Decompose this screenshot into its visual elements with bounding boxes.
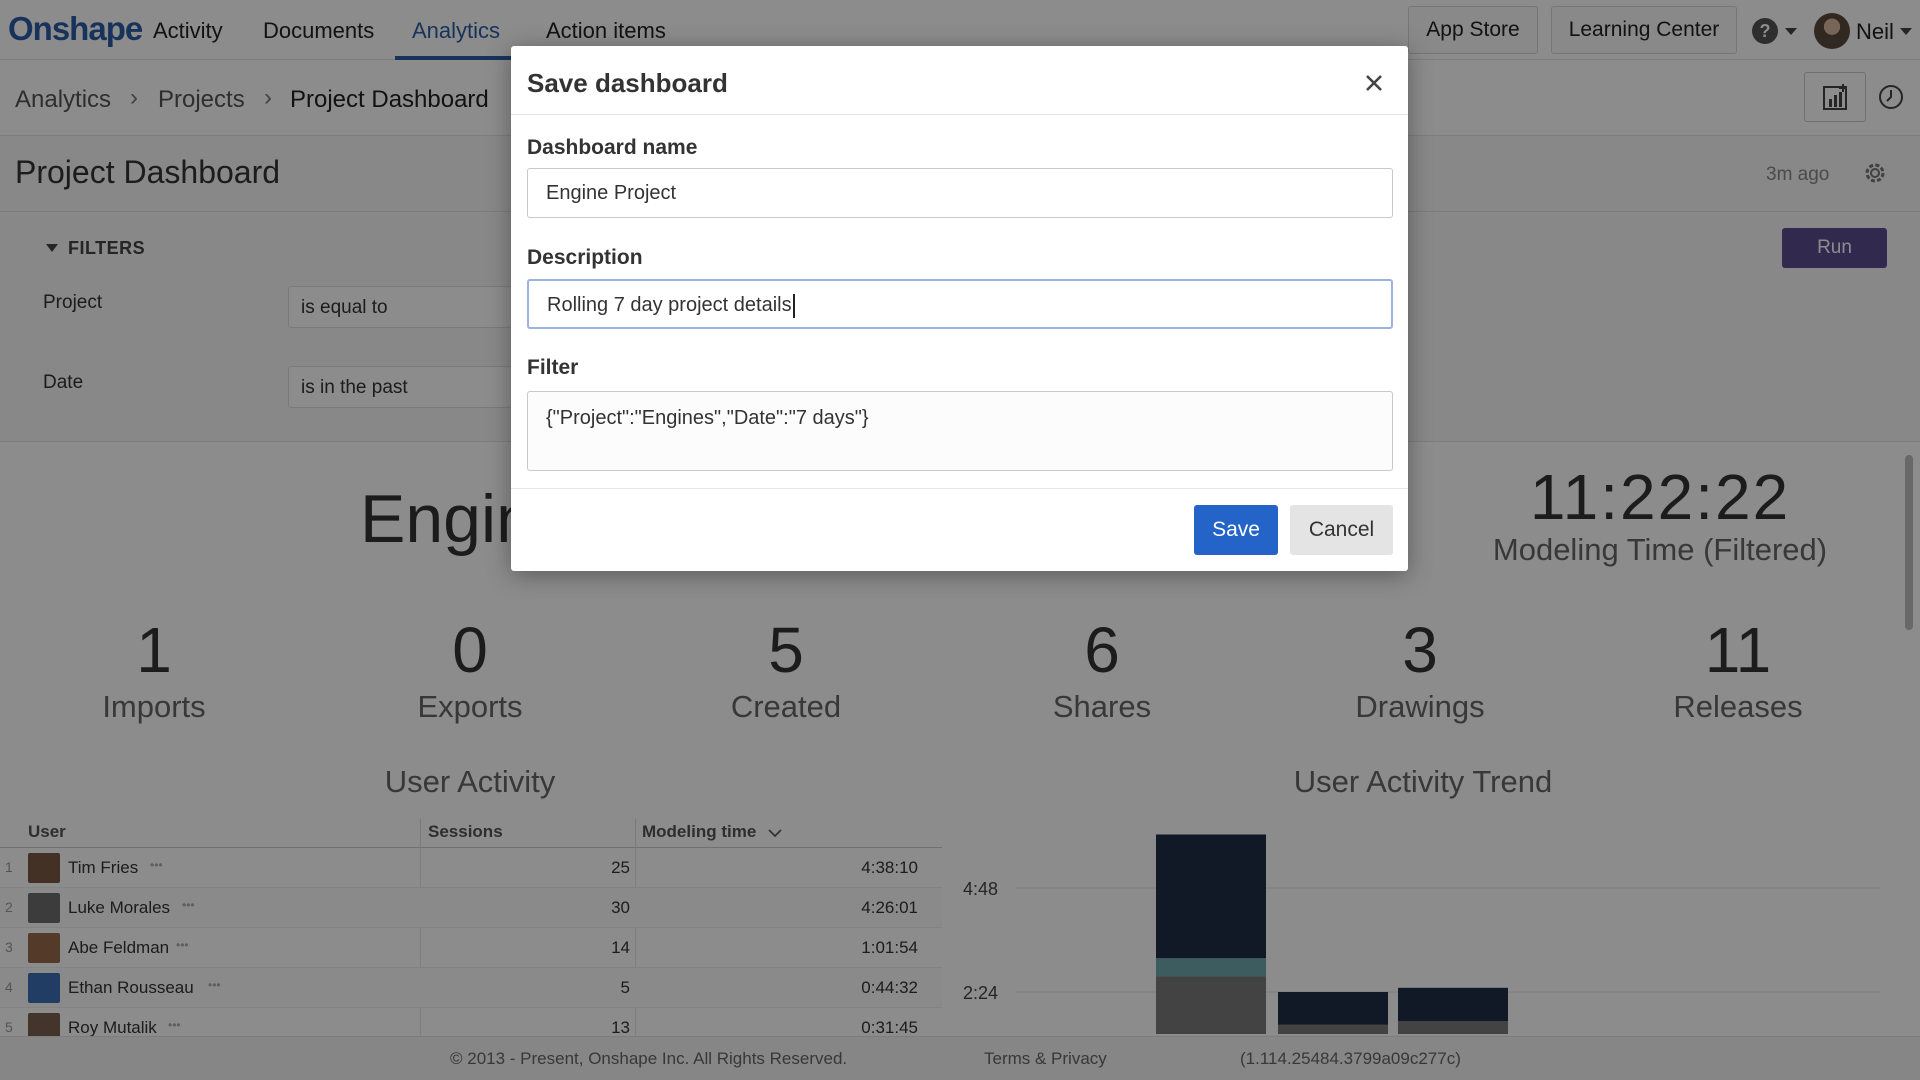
dashboard-name-input[interactable]: Engine Project <box>527 168 1393 218</box>
cancel-button[interactable]: Cancel <box>1290 505 1393 555</box>
save-button[interactable]: Save <box>1194 505 1278 555</box>
close-icon[interactable] <box>1365 74 1383 92</box>
description-text: Rolling 7 day project details <box>547 294 792 316</box>
filter-textarea[interactable]: {"Project":"Engines","Date":"7 days"} <box>527 391 1393 471</box>
dialog-footer-divider <box>511 488 1408 489</box>
dialog-header: Save dashboard <box>511 46 1408 115</box>
description-label: Description <box>527 246 643 269</box>
dashboard-name-label: Dashboard name <box>527 136 698 159</box>
dialog-title: Save dashboard <box>527 68 728 98</box>
save-dashboard-dialog: Save dashboard Dashboard name Engine Pro… <box>511 46 1408 571</box>
text-cursor <box>792 293 795 318</box>
filter-label: Filter <box>527 356 579 379</box>
description-input[interactable]: Rolling 7 day project details <box>527 279 1393 329</box>
